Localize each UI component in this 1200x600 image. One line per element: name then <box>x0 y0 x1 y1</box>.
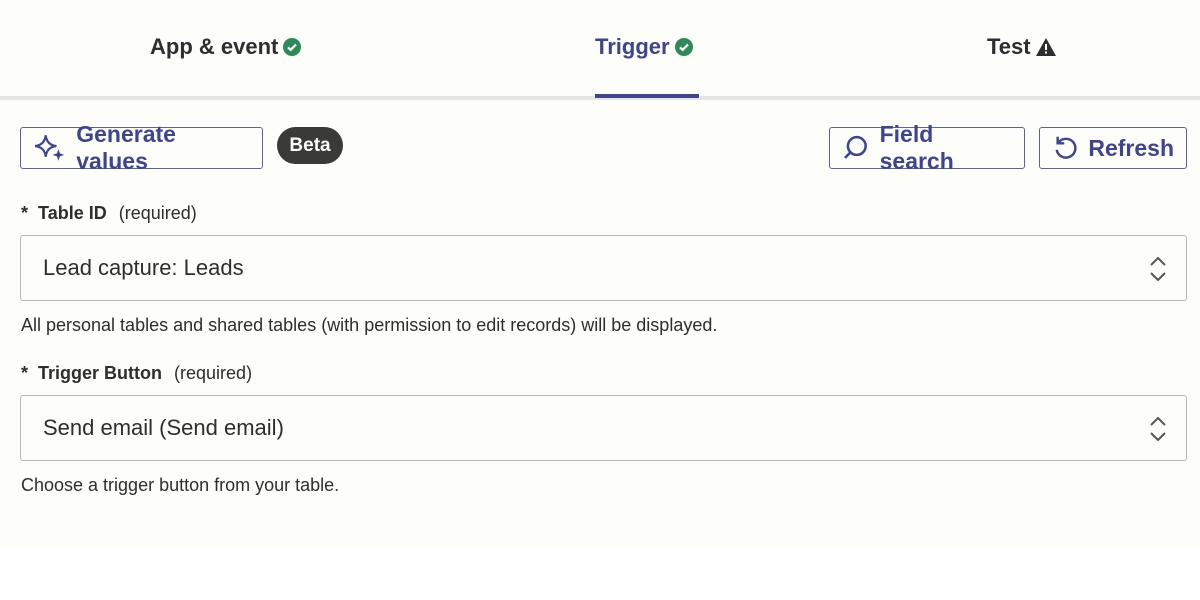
sparkle-icon <box>34 135 65 161</box>
table-id-select[interactable]: Lead capture: Leads <box>20 235 1187 301</box>
tab-label: Test <box>987 34 1031 59</box>
button-label: Refresh <box>1088 134 1174 161</box>
trigger-button-help: Choose a trigger button from your table. <box>21 475 340 495</box>
tab-trigger[interactable]: Trigger <box>595 34 694 60</box>
table-id-help: All personal tables and shared tables (w… <box>21 315 718 335</box>
button-label: Generate values <box>76 121 176 174</box>
required-hint: (required) <box>118 203 197 223</box>
trigger-setup-panel: App & event Trigger Test Generate values… <box>0 0 1200 548</box>
tab-label: App & event <box>150 34 279 59</box>
check-circle-icon <box>674 38 693 56</box>
step-tabs: App & event Trigger Test <box>0 0 1200 100</box>
warning-triangle-icon <box>1035 38 1056 56</box>
beta-badge: Beta <box>277 127 343 164</box>
chevron-up-down-icon <box>1150 256 1166 282</box>
field-label: Table ID <box>38 203 107 223</box>
tab-test[interactable]: Test <box>987 34 1057 60</box>
selected-value: Send email (Send email) <box>43 415 284 440</box>
tab-app-event[interactable]: App & event <box>150 34 302 60</box>
field-search-button[interactable]: Field search <box>829 121 1025 174</box>
search-icon <box>844 135 867 159</box>
generate-values-button[interactable]: Generate values <box>20 121 263 174</box>
trigger-button-label: * Trigger Button (required) <box>21 363 252 384</box>
required-hint: (required) <box>174 363 253 383</box>
refresh-button[interactable]: Refresh <box>1039 127 1187 169</box>
tab-label: Trigger <box>595 34 670 59</box>
trigger-button-select[interactable]: Send email (Send email) <box>20 395 1187 461</box>
chevron-up-down-icon <box>1150 416 1166 442</box>
check-circle-icon <box>283 38 302 56</box>
field-label: Trigger Button <box>38 363 163 383</box>
required-asterisk: * <box>21 363 29 383</box>
refresh-icon <box>1055 136 1077 159</box>
required-asterisk: * <box>21 203 29 223</box>
table-id-label: * Table ID (required) <box>21 203 197 224</box>
active-tab-indicator <box>595 94 699 98</box>
button-label: Field search <box>879 121 954 174</box>
selected-value: Lead capture: Leads <box>43 255 244 280</box>
